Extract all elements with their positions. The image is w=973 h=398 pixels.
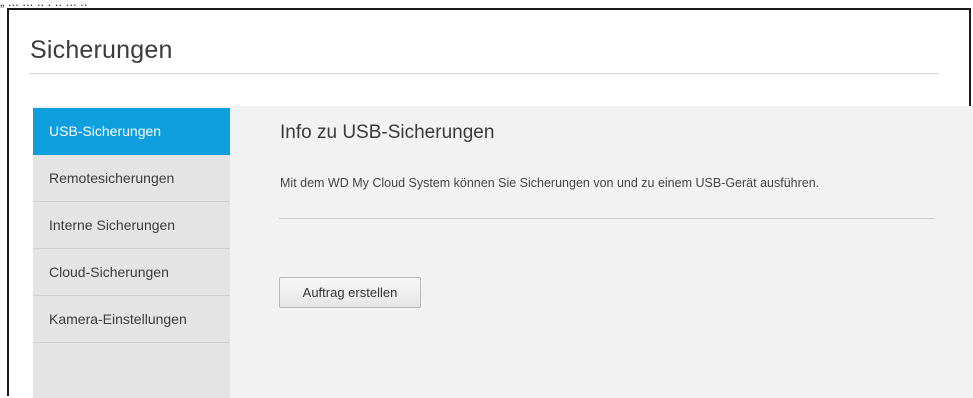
sidebar-item-camera-settings[interactable]: Kamera-Einstellungen — [33, 296, 230, 343]
window-frame: Sicherungen USB-Sicherungen Remotesicher… — [7, 8, 973, 398]
section-divider — [279, 218, 934, 219]
sidebar-item-internal-backups[interactable]: Interne Sicherungen — [33, 202, 230, 249]
main-panel: USB-Sicherungen Remotesicherungen Intern… — [33, 106, 973, 398]
sidebar-item-cloud-backups[interactable]: Cloud-Sicherungen — [33, 249, 230, 296]
sidebar-item-usb-backups[interactable]: USB-Sicherungen — [33, 108, 230, 155]
section-heading: Info zu USB-Sicherungen — [280, 122, 495, 143]
sidebar-item-label: Interne Sicherungen — [49, 217, 176, 233]
sidebar-item-label: Cloud-Sicherungen — [49, 264, 169, 280]
sidebar-item-label: Kamera-Einstellungen — [49, 311, 187, 327]
sidebar-item-remote-backups[interactable]: Remotesicherungen — [33, 155, 230, 202]
sidebar: USB-Sicherungen Remotesicherungen Intern… — [33, 108, 230, 398]
title-divider — [29, 73, 939, 74]
section-description: Mit dem WD My Cloud System können Sie Si… — [280, 176, 820, 190]
caption-fragment: „ ... ... .. . .. ... .. — [0, 0, 88, 8]
sidebar-item-label: USB-Sicherungen — [49, 123, 162, 139]
page-title: Sicherungen — [30, 36, 173, 64]
create-job-button[interactable]: Auftrag erstellen — [279, 277, 421, 308]
sidebar-item-label: Remotesicherungen — [49, 170, 175, 186]
